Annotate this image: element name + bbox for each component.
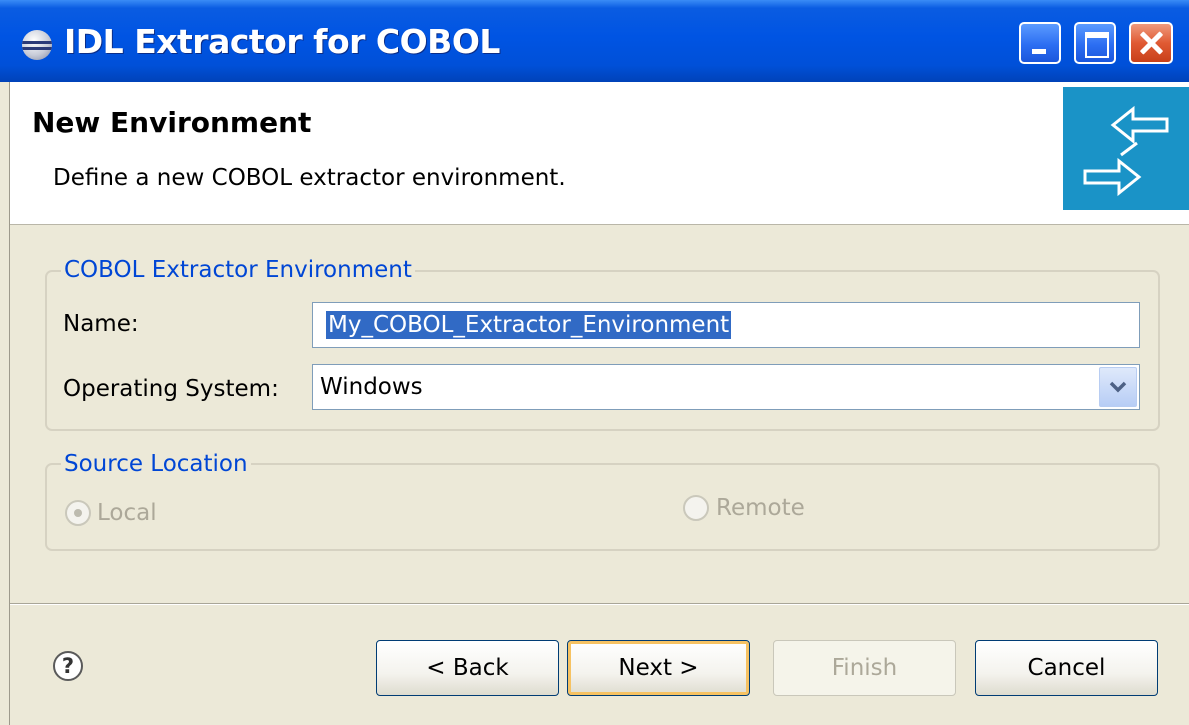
exchange-arrows-icon	[1063, 87, 1189, 210]
local-radio[interactable]	[65, 500, 91, 526]
help-icon[interactable]: ?	[53, 651, 83, 681]
wizard-banner: New Environment Define a new COBOL extra…	[10, 82, 1189, 225]
minimize-button[interactable]	[1019, 22, 1061, 64]
chevron-down-icon	[1109, 381, 1127, 393]
operating-system-value: Windows	[320, 374, 423, 400]
page-title: New Environment	[32, 106, 312, 139]
eclipse-icon	[22, 30, 52, 60]
page-description: Define a new COBOL extractor environment…	[53, 165, 566, 191]
finish-button[interactable]: Finish	[773, 640, 956, 696]
window-title: IDL Extractor for COBOL	[64, 22, 500, 61]
operating-system-select[interactable]: Windows	[312, 364, 1140, 410]
name-input[interactable]: My_COBOL_Extractor_Environment	[312, 302, 1140, 348]
operating-system-label: Operating System:	[63, 376, 279, 402]
environment-group-legend: COBOL Extractor Environment	[61, 257, 415, 283]
close-button[interactable]	[1129, 22, 1173, 64]
back-button[interactable]: < Back	[376, 640, 559, 696]
remote-radio[interactable]	[683, 495, 709, 521]
button-bar-separator-highlight	[10, 604, 1189, 605]
name-input-value: My_COBOL_Extractor_Environment	[326, 311, 732, 339]
title-bar[interactable]: IDL Extractor for COBOL	[0, 0, 1189, 82]
dropdown-button[interactable]	[1099, 367, 1137, 407]
name-label: Name:	[63, 311, 139, 337]
window-left-border	[0, 82, 10, 725]
remote-radio-label: Remote	[716, 495, 805, 521]
local-radio-label: Local	[97, 500, 157, 526]
cancel-button[interactable]: Cancel	[975, 640, 1158, 696]
maximize-button[interactable]	[1074, 22, 1116, 64]
source-location-legend: Source Location	[61, 451, 251, 477]
next-button[interactable]: Next >	[567, 640, 750, 696]
